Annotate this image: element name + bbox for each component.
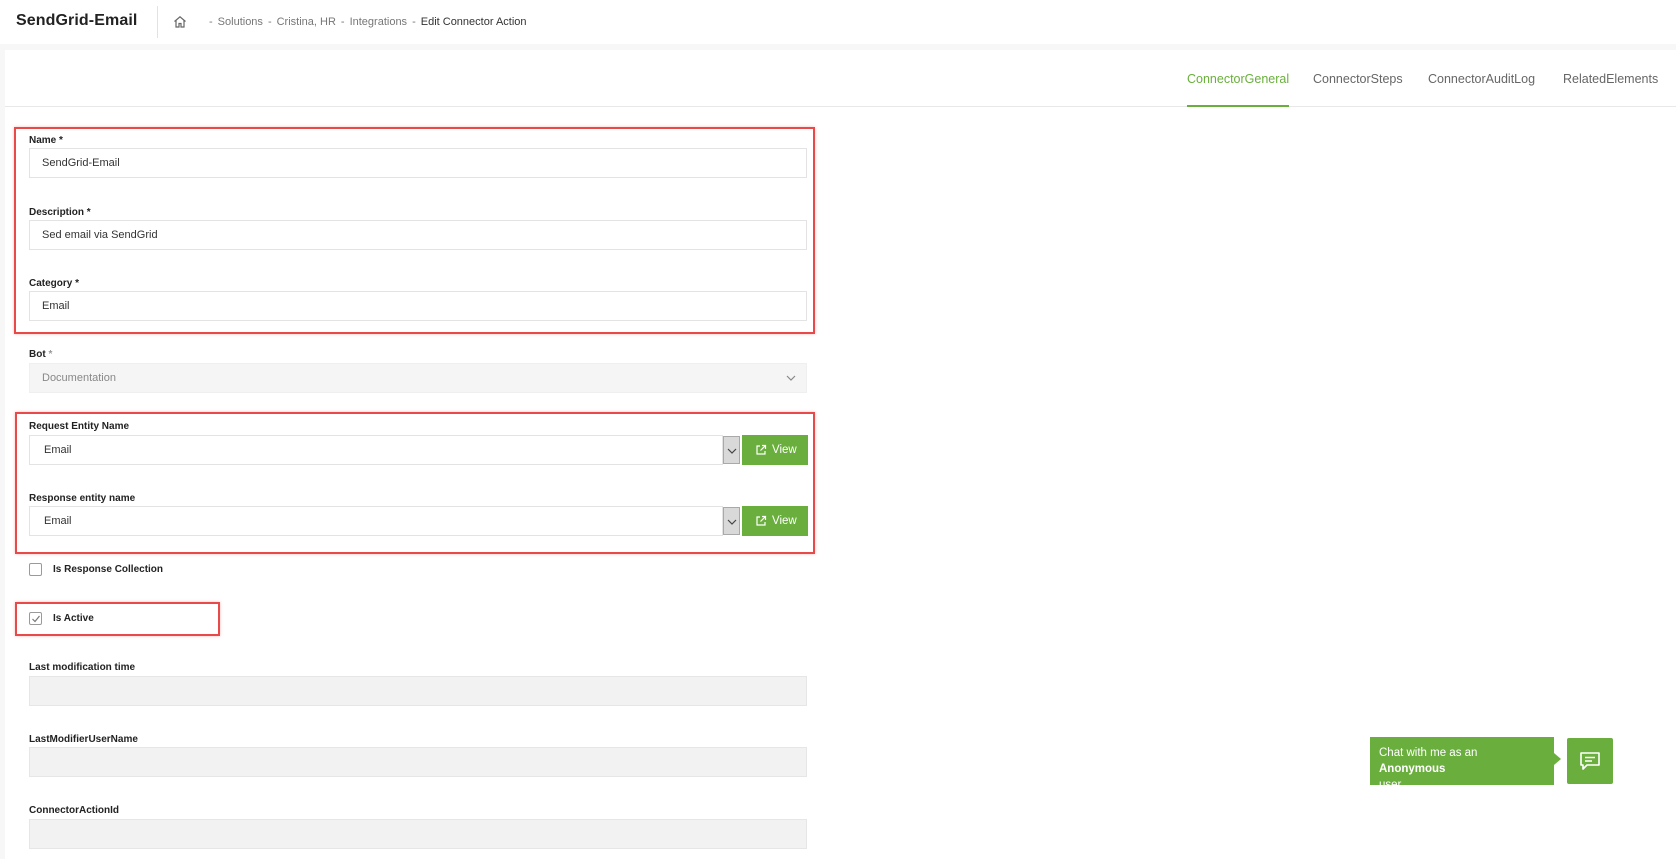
response-entity-dropdown[interactable] xyxy=(723,507,740,535)
tab-related-elements[interactable]: RelatedElements xyxy=(1563,72,1658,107)
title-divider xyxy=(157,6,158,38)
breadcrumb-item-cristina-hr[interactable]: Cristina, HR xyxy=(277,16,336,28)
description-input[interactable]: Sed email via SendGrid xyxy=(29,220,807,250)
external-link-icon xyxy=(756,515,767,526)
last-modification-time-input xyxy=(29,676,807,706)
breadcrumb-separator: - xyxy=(412,16,416,28)
name-input[interactable]: SendGrid-Email xyxy=(29,148,807,178)
request-entity-dropdown[interactable] xyxy=(723,436,740,464)
bot-label: Bot * xyxy=(29,349,53,360)
is-response-collection-label: Is Response Collection xyxy=(53,564,164,575)
request-entity-input[interactable]: Email xyxy=(29,435,723,465)
breadcrumb-separator: - xyxy=(209,16,213,28)
chat-prompt-suffix: user xyxy=(1379,779,1402,791)
tab-connector-general[interactable]: ConnectorGeneral xyxy=(1187,72,1290,107)
breadcrumb-separator: - xyxy=(267,16,272,28)
category-label: Category * xyxy=(29,278,80,289)
breadcrumb-separator: - xyxy=(340,16,345,28)
home-icon[interactable] xyxy=(172,14,188,30)
breadcrumb-current: Edit Connector Action xyxy=(420,16,527,28)
category-input[interactable]: Email xyxy=(29,291,807,321)
connector-action-id-label: ConnectorActionId xyxy=(29,805,119,816)
chat-prompt-bubble[interactable]: Chat with me as an Anonymous user xyxy=(1370,737,1554,791)
last-modifier-user-name-label: LastModifierUserName xyxy=(29,734,138,745)
chat-icon xyxy=(1580,752,1600,770)
checkmark-icon xyxy=(32,615,40,623)
breadcrumb: - Solutions - Cristina, HR - Integrations - Edi… xyxy=(204,16,527,28)
response-entity-input[interactable]: Email xyxy=(29,506,723,536)
tab-connector-audit-log[interactable]: ConnectorAuditLog xyxy=(1428,72,1535,107)
view-label: View xyxy=(772,515,797,527)
app-title: SendGrid-Email xyxy=(16,12,138,29)
top-bar: SendGrid-Email - Solutions - Cristina, HR - I… xyxy=(0,0,1676,44)
chevron-down-icon xyxy=(727,519,737,525)
chat-button[interactable] xyxy=(1567,738,1613,784)
request-entity-view-button[interactable]: View xyxy=(742,435,808,465)
breadcrumb-item-integrations[interactable]: Integrations xyxy=(350,16,407,28)
bot-select-value: Documentation xyxy=(42,372,116,384)
last-modification-time-label: Last modification time xyxy=(29,662,136,673)
external-link-icon xyxy=(756,444,767,455)
last-modifier-user-name-input xyxy=(29,747,807,777)
is-active-label: Is Active xyxy=(53,613,94,624)
chevron-down-icon xyxy=(727,448,737,454)
tab-connector-steps[interactable]: ConnectorSteps xyxy=(1313,72,1403,107)
description-label: Description * xyxy=(29,207,91,218)
is-response-collection-checkbox[interactable] xyxy=(29,563,42,576)
is-active-checkbox[interactable] xyxy=(29,612,42,625)
chat-bubble-tail xyxy=(1554,753,1561,765)
connector-action-id-input xyxy=(29,819,807,849)
request-entity-label: Request Entity Name xyxy=(29,421,130,432)
chat-prompt-role: Anonymous xyxy=(1379,763,1446,775)
response-entity-label: Response entity name xyxy=(29,493,136,504)
view-label: View xyxy=(772,444,797,456)
name-label: Name * xyxy=(29,135,63,146)
breadcrumb-item-solutions[interactable]: Solutions xyxy=(218,16,263,28)
bot-select[interactable]: Documentation xyxy=(29,363,807,393)
tab-bar: ConnectorGeneral ConnectorSteps Connecto… xyxy=(5,50,1676,107)
chevron-down-icon xyxy=(786,375,796,381)
response-entity-view-button[interactable]: View xyxy=(742,506,808,536)
chat-prompt-prefix: Chat with me as an xyxy=(1379,747,1478,759)
